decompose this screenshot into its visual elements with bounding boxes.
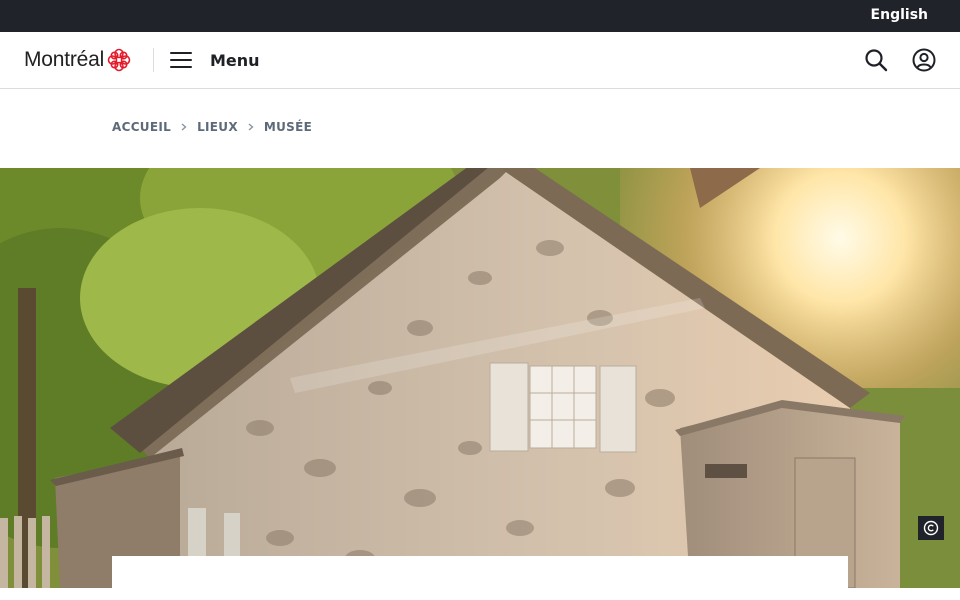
copyright-icon[interactable] (918, 516, 944, 540)
search-icon[interactable] (863, 47, 889, 73)
chevron-right-icon (248, 123, 254, 131)
hamburger-icon (170, 52, 192, 68)
montreal-logo[interactable]: Montréal (24, 46, 131, 74)
breadcrumb-item-accueil[interactable]: ACCUEIL (112, 120, 171, 134)
chevron-right-icon (181, 123, 187, 131)
breadcrumb-item-musee: MUSÉE (263, 120, 313, 134)
user-account-icon[interactable] (911, 47, 937, 73)
rosette-icon (107, 48, 131, 72)
content-card (112, 556, 848, 600)
top-utility-bar: English (0, 0, 960, 32)
copyright-glyph-icon (923, 520, 939, 536)
breadcrumb-item-lieux[interactable]: LIEUX (197, 120, 238, 134)
breadcrumb: ACCUEIL LIEUX MUSÉE (112, 120, 312, 134)
site-header: Montréal Menu (0, 32, 960, 89)
logo-wordmark: Montréal (24, 48, 105, 71)
hero-image (0, 168, 960, 588)
menu-button[interactable]: Menu (170, 46, 260, 74)
menu-label: Menu (210, 50, 260, 70)
language-switch-link[interactable]: English (871, 7, 928, 23)
header-divider (153, 48, 154, 72)
